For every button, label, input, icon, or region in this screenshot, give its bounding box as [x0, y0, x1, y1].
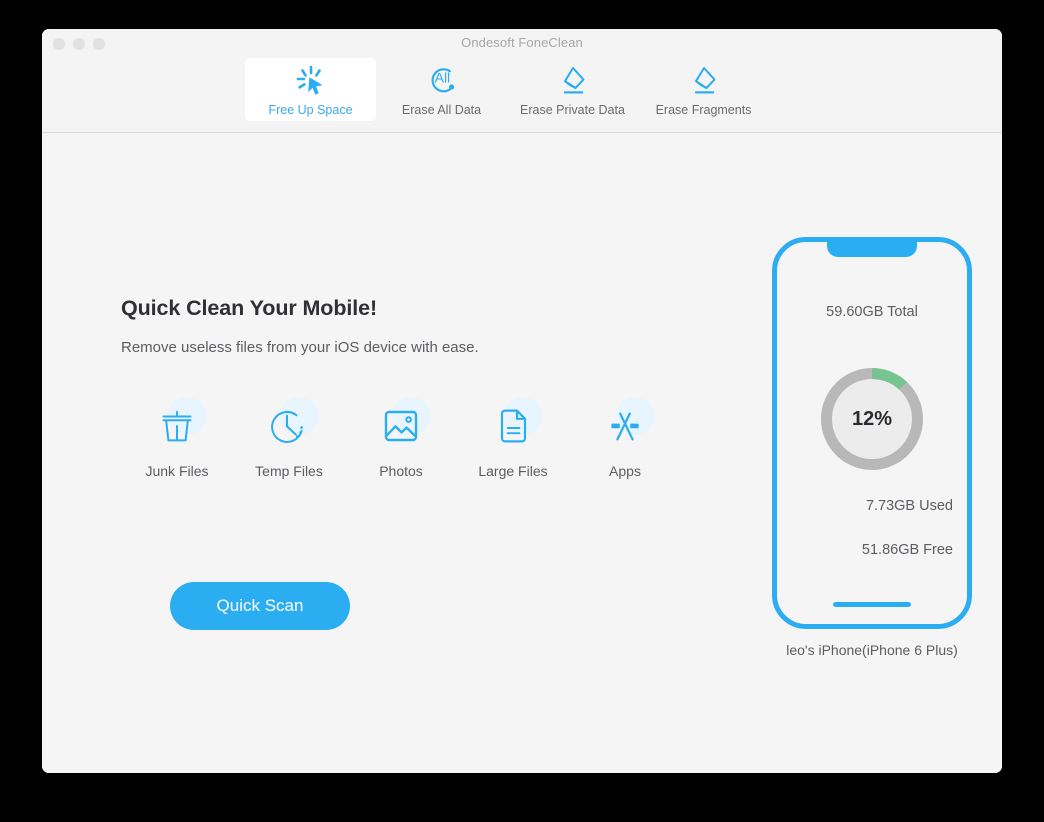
- main-content: Quick Clean Your Mobile! Remove useless …: [42, 134, 1002, 773]
- clock-icon: [271, 410, 303, 443]
- device-name-label: leo's iPhone(iPhone 6 Plus): [786, 642, 958, 658]
- tab-label: Free Up Space: [268, 103, 353, 117]
- document-icon: [500, 409, 527, 443]
- tab-label: Erase Private Data: [520, 103, 625, 117]
- tab-erase-all-data[interactable]: All Erase All Data: [376, 58, 507, 121]
- storage-total: 59.60GB Total: [826, 304, 918, 320]
- storage-percent-label: 12%: [851, 407, 893, 430]
- tab-erase-fragments[interactable]: Erase Fragments: [638, 58, 769, 121]
- feature-label: Temp Files: [255, 463, 323, 479]
- eraser-icon: [556, 64, 590, 98]
- tab-label: Erase All Data: [401, 103, 482, 117]
- feature-label: Photos: [379, 463, 423, 479]
- phone-notch: [827, 237, 917, 257]
- feature-temp-files[interactable]: Temp Files: [233, 397, 345, 479]
- feature-apps[interactable]: Apps: [569, 397, 681, 479]
- feature-large-files[interactable]: Large Files: [457, 397, 569, 479]
- cursor-click-icon: [294, 64, 328, 98]
- page-subtitle: Remove useless files from your iOS devic…: [121, 339, 479, 356]
- feature-junk-files[interactable]: Junk Files: [121, 397, 233, 479]
- phone-home-indicator: [833, 602, 911, 607]
- svg-text:All: All: [434, 70, 450, 86]
- photo-icon: [384, 410, 418, 442]
- storage-used: 7.73GB Used: [865, 498, 953, 514]
- tab-free-up-space[interactable]: Free Up Space: [245, 58, 376, 121]
- trash-icon: [162, 411, 192, 442]
- window-title: Ondesoft FoneClean: [461, 35, 583, 50]
- feature-photos[interactable]: Photos: [345, 397, 457, 479]
- tab-erase-private-data[interactable]: Erase Private Data: [507, 58, 638, 121]
- feature-list: Junk Files Temp Files Photos Large Files…: [121, 397, 681, 479]
- window-titlebar: Ondesoft FoneClean: [42, 29, 1002, 58]
- app-store-icon: [611, 412, 639, 441]
- eraser-icon: [687, 64, 721, 98]
- page-title: Quick Clean Your Mobile!: [121, 296, 378, 320]
- tab-label: Erase Fragments: [655, 103, 752, 117]
- main-toolbar: Free Up Space All Erase All Data Erase P…: [42, 58, 1002, 133]
- feature-label: Junk Files: [145, 463, 209, 479]
- desktop-background: Ondesoft FoneClean Free Up Space All Era…: [0, 0, 1044, 822]
- feature-label: Large Files: [478, 463, 548, 479]
- all-circle-icon: All: [425, 64, 459, 98]
- app-window: Ondesoft FoneClean Free Up Space All Era…: [42, 29, 1002, 773]
- device-preview: 59.60GB Total 12% 7.73GB Used 51.86GB Fr…: [743, 237, 1001, 658]
- storage-donut-chart: 12%: [817, 364, 927, 474]
- storage-free: 51.86GB Free: [861, 542, 953, 558]
- quick-scan-button[interactable]: Quick Scan: [170, 582, 350, 630]
- phone-frame: 59.60GB Total 12% 7.73GB Used 51.86GB Fr…: [772, 237, 972, 629]
- feature-label: Apps: [609, 463, 641, 479]
